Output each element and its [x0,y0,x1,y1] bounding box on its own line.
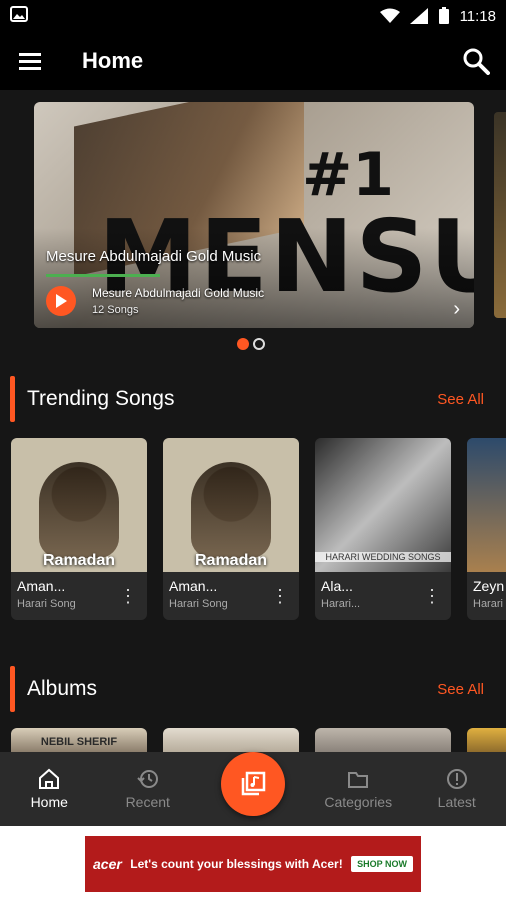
song-card[interactable]: Ramadan Aman... Harari Song ⋮ [163,438,299,620]
page-title: Home [82,48,144,73]
nav-latest[interactable]: Latest [408,768,506,810]
alert-icon [446,769,467,789]
more-vert-icon[interactable]: ⋮ [119,586,137,607]
nav-home-label: Home [30,794,68,810]
banner-title: Mesure Abdulmajadi Gold Music [46,248,262,265]
nav-recent[interactable]: Recent [99,768,198,810]
albums-heading: Albums [27,677,98,700]
music-library-icon [241,771,266,796]
song-card[interactable]: Zeyn Harari [467,438,506,620]
ad-headline: Let's count your blessings with Acer! [130,857,343,871]
album-card[interactable] [315,728,451,752]
banner-progress-bar [46,274,161,277]
signal-icon [409,8,428,24]
hamburger-menu-button[interactable] [0,32,60,90]
song-name: Aman... [17,578,66,594]
hamburger-menu-icon [19,53,41,70]
cover-caption: HARARI WEDDING SONGS [315,552,451,562]
carousel-dot[interactable] [253,338,265,350]
chevron-right-icon[interactable]: › [453,298,460,321]
song-category: Harari... [321,598,361,610]
trending-heading: Trending Songs [27,387,175,410]
image-icon [10,5,28,22]
ad-cta-button[interactable]: SHOP NOW [351,856,413,872]
song-category: Harari Song [169,598,228,610]
featured-banner[interactable]: #1 MENSUR Mesure Abdulmajadi Gold Music … [34,102,474,328]
song-category: Harari [473,598,503,610]
song-card[interactable]: Ramadan Aman... Harari Song ⋮ [11,438,147,620]
trending-songs-list[interactable]: Ramadan Aman... Harari Song ⋮ Ramadan Am… [11,438,506,622]
trending-section-header: Trending Songs See All [0,376,506,422]
song-name: Ala... [321,578,353,594]
search-button[interactable] [446,32,506,90]
song-cover: Ramadan [11,438,147,572]
nav-latest-label: Latest [437,794,476,810]
cover-caption: Ramadan [194,552,268,569]
library-fab-button[interactable] [221,752,285,816]
ad-brand: acer [93,856,122,872]
folder-icon [348,772,369,788]
albums-see-all-link[interactable]: See All [437,681,484,698]
more-vert-icon[interactable]: ⋮ [271,586,289,607]
trending-see-all-link[interactable]: See All [437,391,484,408]
song-cover [467,438,506,572]
more-vert-icon[interactable]: ⋮ [423,586,441,607]
album-card[interactable] [163,728,299,752]
song-name: Zeyn [473,578,505,594]
album-card[interactable] [467,728,506,752]
song-name: Aman... [169,578,218,594]
status-time: 11:18 [459,7,496,25]
nav-home[interactable]: Home [0,768,99,810]
banner-subtitle: Mesure Abdulmajadi Gold Music [92,286,265,300]
home-content[interactable]: #1 MENSUR Mesure Abdulmajadi Gold Music … [0,90,506,752]
search-icon [463,48,490,75]
song-card[interactable]: HARARI WEDDING SONGS Ala... Harari... ⋮ [315,438,451,620]
song-cover: HARARI WEDDING SONGS [315,438,451,572]
album-label: NEBIL SHERIF [40,736,118,748]
status-bar: 11:18 [0,0,506,32]
banner-play-button[interactable] [46,286,76,316]
app-bar: Home [0,32,506,90]
next-banner-peek[interactable] [494,112,506,318]
banner-song-count: 12 Songs [92,304,139,316]
battery-icon [438,7,449,24]
section-accent-bar [10,376,15,422]
section-accent-bar [10,666,15,712]
nav-categories[interactable]: Categories [309,768,408,810]
song-category: Harari Song [17,598,76,610]
nav-categories-label: Categories [324,794,393,810]
album-card[interactable]: NEBIL SHERIF [11,728,147,752]
wifi-icon [379,8,400,23]
albums-list[interactable]: NEBIL SHERIF [11,728,506,752]
ad-banner-area: acer Let's count your blessings with Ace… [0,826,506,900]
carousel-indicator [237,338,265,350]
song-cover: Ramadan [163,438,299,572]
history-icon [137,770,158,788]
carousel-dot-active[interactable] [237,338,249,350]
nav-recent-label: Recent [125,794,170,810]
cover-caption: Ramadan [42,552,116,569]
notification-area [10,5,380,27]
play-icon [56,294,67,308]
advertisement[interactable]: acer Let's count your blessings with Ace… [85,836,421,892]
albums-section-header: Albums See All [0,666,506,712]
home-icon [39,768,60,789]
